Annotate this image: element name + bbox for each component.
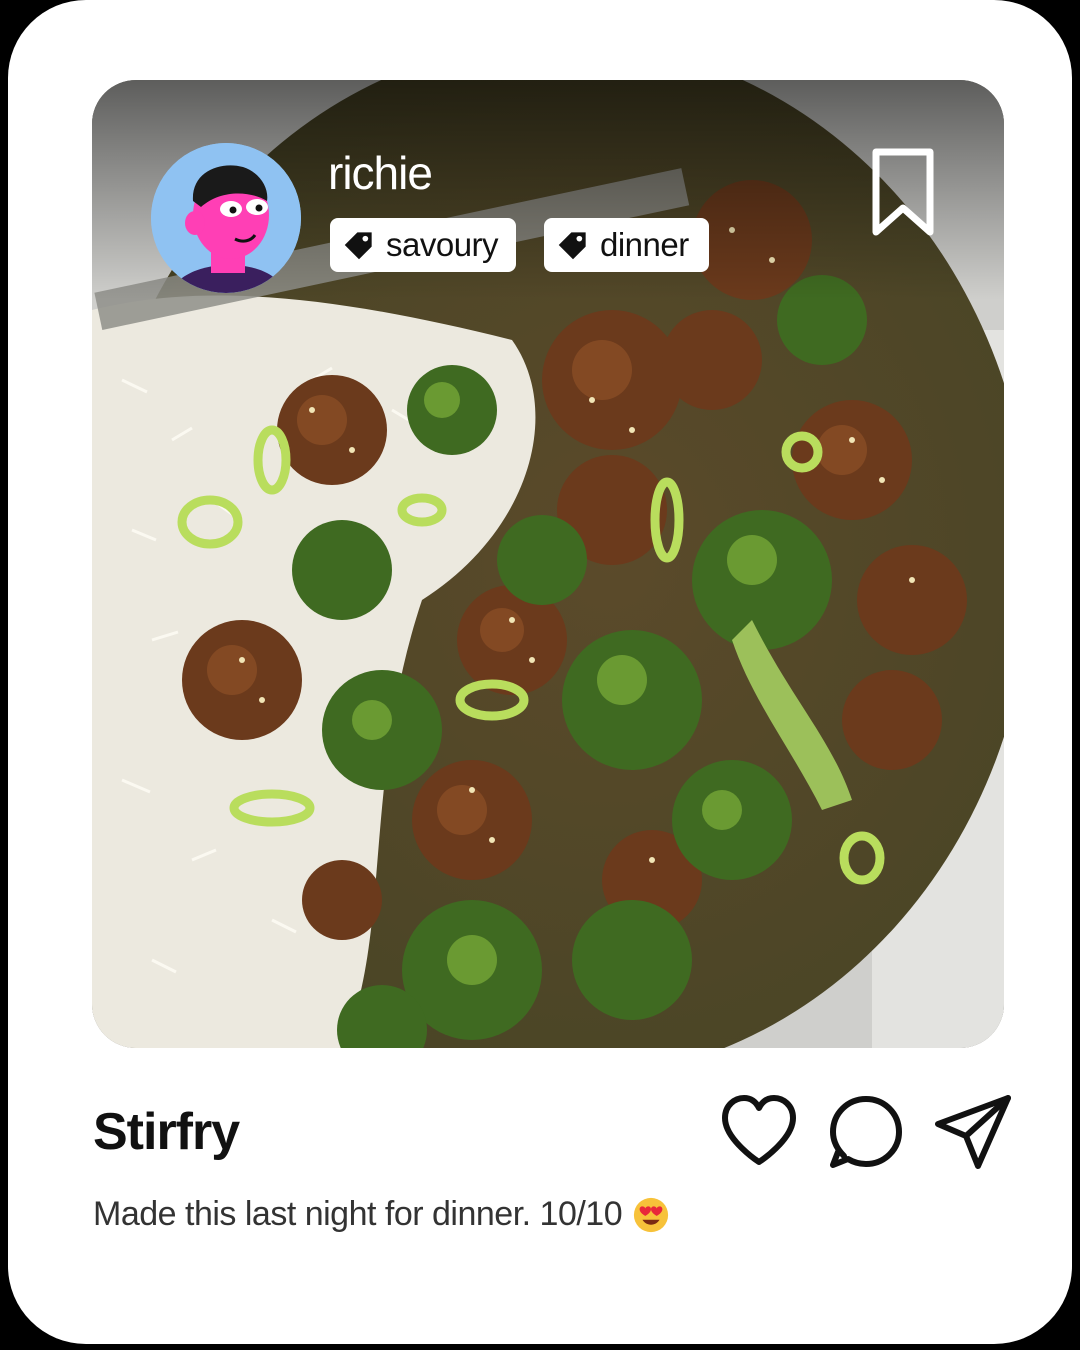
caption-text: Made this last night for dinner. 10/10 xyxy=(93,1195,623,1233)
avatar[interactable] xyxy=(151,143,301,293)
post-caption: Made this last night for dinner. 10/10 xyxy=(93,1195,670,1234)
heart-icon[interactable] xyxy=(720,1094,798,1168)
tag-icon xyxy=(558,232,586,260)
heart-eyes-emoji-icon xyxy=(634,1197,669,1232)
send-icon[interactable] xyxy=(934,1094,1012,1170)
post-card: richie savoury dinner Stirfry Made this … xyxy=(8,0,1072,1344)
comment-icon[interactable] xyxy=(828,1094,904,1170)
post-title: Stirfry xyxy=(93,1103,240,1161)
tag-label: dinner xyxy=(600,226,689,263)
bookmark-icon[interactable] xyxy=(870,146,936,238)
username[interactable]: richie xyxy=(328,146,433,200)
avatar-illustration xyxy=(151,143,301,293)
tag-chip-savoury[interactable]: savoury xyxy=(330,218,516,272)
tag-chip-dinner[interactable]: dinner xyxy=(544,218,709,272)
tag-label: savoury xyxy=(386,226,499,263)
tag-icon xyxy=(344,232,372,260)
